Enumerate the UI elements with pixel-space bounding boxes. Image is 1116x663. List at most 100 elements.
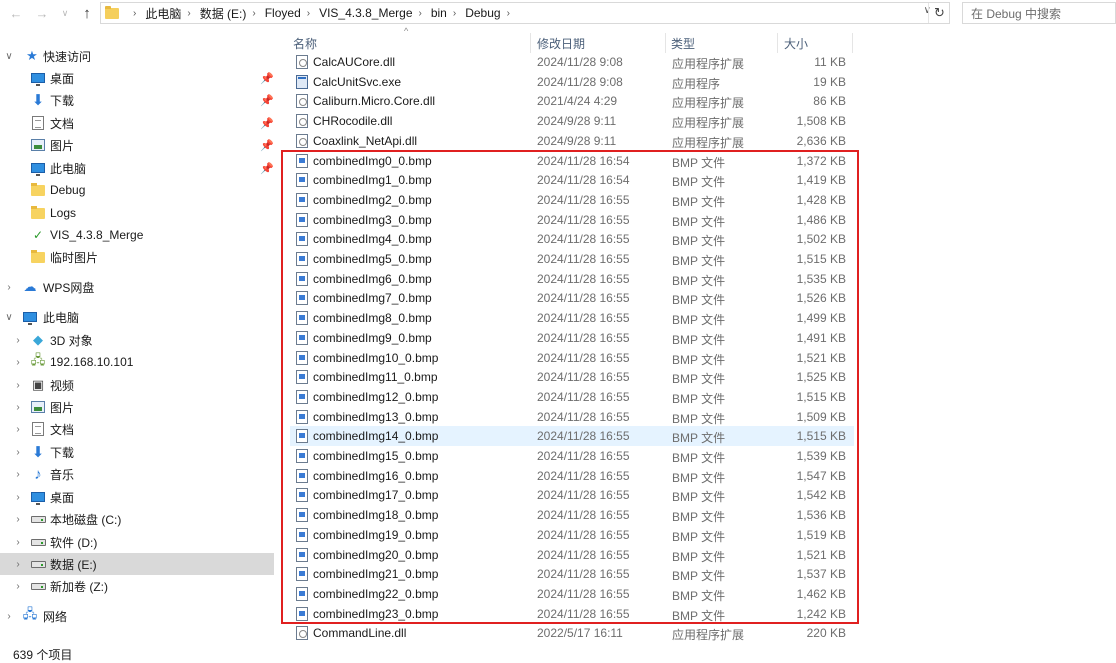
breadcrumb-item[interactable]: 此电脑: [145, 5, 181, 22]
folder-icon: [30, 249, 46, 265]
chevron-right-icon: ›: [252, 7, 256, 19]
chevron-right-icon[interactable]: ›: [13, 469, 23, 480]
chevron-down-icon[interactable]: ∨: [4, 312, 14, 323]
sidebar-item-label: 文档: [50, 422, 75, 437]
sidebar-item-label: 快速访问: [43, 49, 92, 64]
chevron-right-icon[interactable]: ›: [13, 424, 23, 435]
sidebar-item-drive-c[interactable]: › 本地磁盘 (C:): [0, 508, 274, 530]
sidebar-item-wps-drive[interactable]: › ☁ WPS网盘: [0, 276, 274, 298]
sidebar-item-label: Logs: [50, 206, 77, 220]
column-header-date[interactable]: 修改日期: [537, 33, 585, 53]
sidebar-item-this-pc[interactable]: ∨ 此电脑: [0, 306, 274, 328]
sidebar-item-vis-merge[interactable]: ✓ VIS_4.3.8_Merge: [0, 224, 274, 246]
3d-objects-icon: ◆: [33, 332, 43, 347]
chevron-right-icon: ›: [418, 7, 422, 19]
file-type: 应用程序扩展: [672, 135, 745, 150]
back-button[interactable]: ←: [4, 1, 28, 25]
folder-icon: [30, 182, 46, 198]
sidebar-item-debug[interactable]: Debug: [0, 179, 274, 201]
sidebar-item-network[interactable]: › 🖧 网络: [0, 605, 274, 627]
breadcrumb-item[interactable]: Debug: [465, 6, 500, 20]
file-name: CommandLine.dll: [313, 626, 407, 641]
chevron-right-icon[interactable]: ›: [13, 537, 23, 548]
sidebar-item-desktop[interactable]: 桌面 📌: [0, 67, 274, 89]
breadcrumb-item[interactable]: VIS_4.3.8_Merge: [319, 6, 412, 20]
dll-file-icon: [296, 114, 308, 129]
chevron-right-icon: ›: [452, 7, 457, 19]
chevron-right-icon[interactable]: ›: [4, 611, 14, 622]
chevron-right-icon[interactable]: ›: [13, 492, 23, 503]
chevron-right-icon[interactable]: ›: [13, 559, 23, 570]
breadcrumb-item[interactable]: 数据 (E:): [200, 5, 247, 22]
desktop-icon: [30, 70, 46, 86]
chevron-down-icon[interactable]: ∨: [4, 51, 14, 62]
sidebar-item-drive-z[interactable]: › 新加卷 (Z:): [0, 575, 274, 597]
network-drive-icon: 🖧: [30, 352, 46, 367]
file-modified-date: 2022/5/17 16:11: [537, 626, 623, 641]
sidebar-item-quick-access[interactable]: ∨ ★ 快速访问: [0, 45, 274, 67]
chevron-right-icon[interactable]: ›: [13, 514, 23, 525]
folder-icon: [105, 5, 119, 19]
column-header-size[interactable]: 大小: [784, 33, 808, 53]
sidebar-item-pictures-pc[interactable]: › 图片: [0, 396, 274, 418]
chevron-right-icon[interactable]: ›: [13, 581, 23, 592]
sidebar-item-downloads[interactable]: ⬇ 下载 📌: [0, 89, 274, 111]
breadcrumb-item[interactable]: Floyed: [265, 6, 301, 20]
file-row[interactable]: CommandLine.dll 2022/5/17 16:11 应用程序扩展 220 …: [290, 623, 854, 643]
file-type: 应用程序扩展: [672, 628, 745, 643]
sidebar-item-label: 网络: [43, 609, 68, 624]
sidebar-item-3d-objects[interactable]: › ◆ 3D 对象: [0, 329, 274, 351]
folder-icon: [30, 205, 46, 221]
chevron-right-icon[interactable]: ›: [13, 335, 23, 346]
forward-button[interactable]: →: [30, 1, 54, 25]
sidebar-item-label: 图片: [50, 138, 75, 153]
this-pc-icon: [30, 160, 46, 176]
chevron-right-icon[interactable]: ›: [13, 447, 23, 458]
sidebar-item-music[interactable]: › ♪ 音乐: [0, 463, 274, 485]
column-divider[interactable]: [852, 33, 853, 53]
sidebar-item-desktop-pc[interactable]: › 桌面: [0, 486, 274, 508]
up-button[interactable]: ↑: [75, 1, 99, 25]
sidebar-item-label: 桌面: [50, 71, 75, 86]
sidebar-item-documents[interactable]: 文档 📌: [0, 112, 274, 134]
sidebar-item-temp-pictures[interactable]: 临时图片: [0, 246, 274, 268]
chevron-right-icon[interactable]: ›: [13, 402, 23, 413]
refresh-button[interactable]: ↻: [928, 3, 950, 23]
sidebar-item-label: Debug: [50, 183, 86, 197]
chevron-right-icon[interactable]: ›: [13, 380, 23, 391]
sidebar-item-label: 桌面: [50, 490, 75, 505]
column-divider[interactable]: [665, 33, 666, 53]
chevron-right-icon[interactable]: ›: [13, 357, 23, 368]
sidebar-item-documents-pc[interactable]: › 文档: [0, 418, 274, 440]
sidebar-item-pictures[interactable]: 图片 📌: [0, 134, 274, 156]
file-row[interactable]: CalcUnitSvc.exe 2024/11/28 9:08 应用程序 19 KB: [290, 72, 854, 92]
file-modified-date: 2024/9/28 9:11: [537, 114, 617, 129]
file-type: 应用程序扩展: [672, 116, 745, 131]
address-bar[interactable]: › 此电脑 › 数据 (E:) › Floyed › VIS_4.3.8_Mer…: [100, 2, 950, 24]
chevron-right-icon[interactable]: ›: [4, 282, 14, 293]
sidebar-item-label: 图片: [50, 400, 75, 415]
this-pc-icon: [22, 309, 38, 325]
sidebar-item-network-share[interactable]: › 🖧 192.168.10.101: [0, 351, 274, 373]
column-divider[interactable]: [530, 33, 531, 53]
sidebar-item-drive-e[interactable]: › 数据 (E:): [0, 553, 274, 575]
sidebar-item-logs[interactable]: Logs: [0, 202, 274, 224]
breadcrumb-item[interactable]: bin: [431, 6, 447, 20]
sidebar-item-downloads-pc[interactable]: › ⬇ 下载: [0, 441, 274, 463]
pictures-icon: [30, 399, 46, 415]
recent-locations-button[interactable]: ∨: [53, 1, 77, 25]
file-row[interactable]: CHRocodile.dll 2024/9/28 9:11 应用程序扩展 1,508 …: [290, 111, 854, 131]
file-row[interactable]: Caliburn.Micro.Core.dll 2021/4/24 4:29 应用程…: [290, 91, 854, 111]
column-header-name[interactable]: 名称: [293, 33, 317, 53]
column-header-type[interactable]: 类型: [671, 33, 695, 53]
column-divider[interactable]: [777, 33, 778, 53]
file-row[interactable]: Coaxlink_NetApi.dll 2024/9/28 9:11 应用程序扩展 2…: [290, 131, 854, 151]
file-row[interactable]: CalcAUCore.dll 2024/11/28 9:08 应用程序扩展 11 KB: [290, 52, 854, 72]
sidebar-item-label: 下载: [50, 445, 75, 460]
sidebar-item-drive-d[interactable]: › 软件 (D:): [0, 531, 274, 553]
dll-file-icon: [296, 626, 308, 641]
search-input[interactable]: 在 Debug 中搜索: [962, 2, 1116, 24]
sidebar-item-videos[interactable]: › ▣ 视频: [0, 374, 274, 396]
cloud-icon: ☁: [23, 279, 37, 294]
sidebar-item-this-pc-pinned[interactable]: 此电脑 📌: [0, 157, 274, 179]
